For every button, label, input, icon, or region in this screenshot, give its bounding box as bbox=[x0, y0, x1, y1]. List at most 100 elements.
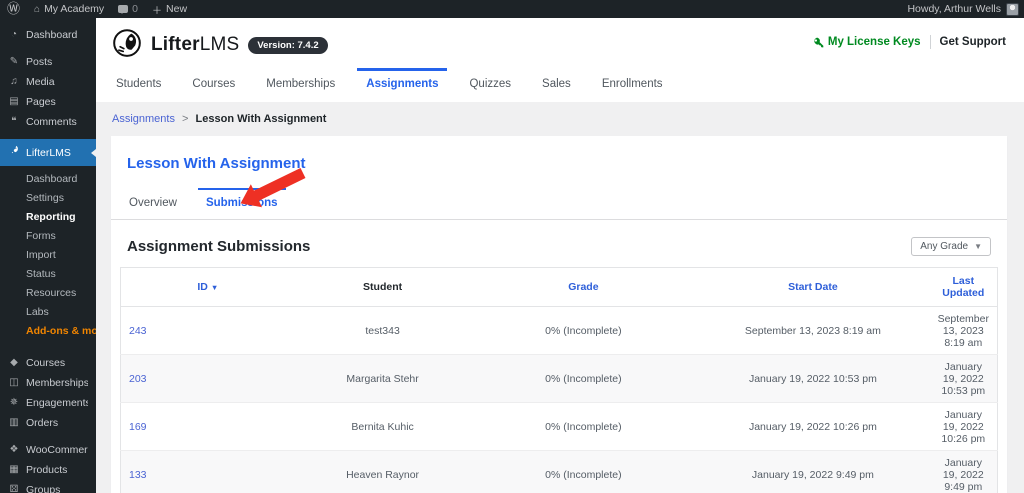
assignment-tab[interactable]: Overview bbox=[127, 188, 179, 219]
nav-tab[interactable]: Quizzes bbox=[467, 67, 513, 102]
table-row: 203 Margarita Stehr 0% (Incomplete) Janu… bbox=[120, 354, 998, 403]
submenu-item[interactable]: Add-ons & more bbox=[0, 321, 96, 340]
cell-student: Margarita Stehr bbox=[346, 372, 419, 385]
howdy-text[interactable]: Howdy, Arthur Wells bbox=[907, 3, 1001, 15]
wp-admin-bar: Ⓦ ⌂ My Academy 0 ＋ New Howdy, Arthur Wel… bbox=[0, 0, 1024, 18]
submenu-item[interactable]: Reporting bbox=[0, 207, 96, 226]
cell-student: Heaven Raynor bbox=[346, 468, 420, 481]
table-row: 243 test343 0% (Incomplete) September 13… bbox=[120, 307, 998, 355]
comments-shortcut[interactable]: 0 bbox=[111, 0, 145, 18]
submenu-item[interactable]: Import bbox=[0, 245, 96, 264]
menu-icon: ✵ bbox=[9, 397, 19, 408]
assignment-tab[interactable]: Submissions bbox=[197, 188, 286, 219]
submissions-table: ID ▼ Student Grade Start Date Last Update… bbox=[119, 267, 999, 493]
home-icon: ⌂ bbox=[34, 3, 41, 15]
sidebar-item[interactable]: ⚄ Groups bbox=[0, 480, 96, 493]
breadcrumb-current: Lesson With Assignment bbox=[195, 113, 327, 125]
submission-id-link[interactable]: 169 bbox=[129, 421, 147, 433]
cell-id: 133 bbox=[121, 451, 295, 493]
cell-grade: 0% (Incomplete) bbox=[545, 372, 622, 385]
sidebar-item-dashboard[interactable]: ◔ Dashboard bbox=[0, 25, 96, 45]
cell-last-updated: January 19, 2022 9:49 pm bbox=[942, 456, 984, 493]
submenu-item[interactable]: Status bbox=[0, 264, 96, 283]
lms-menu-group: ◆ Courses ◫ Memberships ✵ Engagements ▥ … bbox=[0, 353, 96, 433]
cell-start-date: September 13, 2023 8:19 am bbox=[744, 324, 881, 337]
nav-tab[interactable]: Students bbox=[114, 67, 163, 102]
breadcrumb-link[interactable]: Assignments bbox=[112, 113, 175, 125]
assignment-tabs: Overview Submissions bbox=[111, 188, 1007, 220]
commerce-menu-group: ❖ WooCommerce ▦ Products ⚄ Groups ⊡ Paym… bbox=[0, 440, 96, 493]
breadcrumb-separator: > bbox=[182, 113, 189, 125]
assignment-card: Lesson With Assignment Overview Submissi… bbox=[111, 136, 1007, 493]
cell-last-updated: September 13, 2023 8:19 am bbox=[937, 312, 989, 349]
submission-id-link[interactable]: 133 bbox=[129, 469, 147, 481]
menu-icon: ✎ bbox=[9, 56, 19, 67]
nav-tab[interactable]: Assignments bbox=[357, 67, 448, 102]
submenu-item[interactable]: Forms bbox=[0, 226, 96, 245]
version-badge: Version: 7.4.2 bbox=[248, 36, 328, 54]
dashboard-icon: ◔ bbox=[10, 29, 18, 40]
rocket-icon bbox=[8, 145, 20, 160]
get-support-link[interactable]: Get Support bbox=[940, 36, 1006, 48]
column-header[interactable]: Start Date bbox=[696, 267, 930, 307]
sidebar-item[interactable]: ✎ Posts bbox=[0, 52, 96, 72]
sidebar-item-lifterlms[interactable]: LifterLMS bbox=[0, 139, 96, 166]
column-header[interactable]: ID ▼ bbox=[120, 267, 295, 307]
cell-start-date: January 19, 2022 10:26 pm bbox=[748, 420, 877, 433]
page-title: Lesson With Assignment bbox=[127, 155, 306, 172]
menu-icon: ❖ bbox=[9, 444, 19, 455]
comment-bubble-icon bbox=[118, 5, 129, 14]
breadcrumb: Assignments > Lesson With Assignment bbox=[96, 102, 1024, 136]
submenu-item[interactable]: Dashboard bbox=[0, 169, 96, 188]
sidebar-item[interactable]: ◆ Courses bbox=[0, 353, 96, 373]
sidebar-item[interactable]: ♫ Media bbox=[0, 72, 96, 92]
comment-count: 0 bbox=[132, 3, 139, 15]
sidebar-item[interactable]: ▥ Orders bbox=[0, 413, 96, 433]
nav-tab[interactable]: Enrollments bbox=[600, 67, 665, 102]
sidebar-item[interactable]: ❖ WooCommerce bbox=[0, 440, 96, 460]
user-avatar[interactable] bbox=[1006, 2, 1019, 16]
cell-id: 243 bbox=[121, 307, 295, 355]
lifterlms-logo-icon bbox=[112, 28, 142, 63]
menu-icon: ❝ bbox=[11, 116, 17, 127]
menu-icon: ◫ bbox=[9, 377, 19, 388]
grade-filter-dropdown[interactable]: Any Grade ▼ bbox=[911, 237, 991, 256]
new-content-menu[interactable]: ＋ New bbox=[145, 0, 194, 18]
site-name: My Academy bbox=[44, 3, 105, 15]
submenu-item[interactable]: Settings bbox=[0, 188, 96, 207]
my-license-keys-link[interactable]: My License Keys bbox=[813, 36, 921, 48]
sidebar-item[interactable]: ▤ Pages bbox=[0, 92, 96, 112]
menu-icon: ▦ bbox=[9, 464, 19, 475]
submenu-item[interactable]: Labs bbox=[0, 302, 96, 321]
plus-icon: ＋ bbox=[152, 5, 163, 17]
cell-student: test343 bbox=[365, 324, 400, 337]
nav-tab[interactable]: Courses bbox=[190, 67, 237, 102]
site-link[interactable]: ⌂ My Academy bbox=[27, 0, 111, 18]
content-menu-group: ✎ Posts ♫ Media ▤ Pages ❝ Comments bbox=[0, 52, 96, 132]
sidebar-item[interactable]: ▦ Products bbox=[0, 460, 96, 480]
nav-tab[interactable]: Sales bbox=[540, 67, 573, 102]
nav-tab[interactable]: Memberships bbox=[264, 67, 337, 102]
cell-grade: 0% (Incomplete) bbox=[545, 468, 622, 481]
menu-icon: ▥ bbox=[9, 417, 19, 428]
column-header[interactable]: Last Updated bbox=[929, 267, 998, 307]
cell-last-updated: January 19, 2022 10:53 pm bbox=[941, 360, 986, 397]
table-header-row: ID ▼ Student Grade Start Date Last Update… bbox=[120, 267, 998, 307]
sidebar-item[interactable]: ❝ Comments bbox=[0, 112, 96, 132]
sort-arrow-icon: ▼ bbox=[210, 283, 219, 292]
menu-icon: ♫ bbox=[10, 76, 18, 87]
submission-id-link[interactable]: 243 bbox=[129, 325, 147, 337]
submission-id-link[interactable]: 203 bbox=[129, 373, 147, 385]
cell-student: Bernita Kuhic bbox=[351, 420, 414, 433]
brand-wordmark: LifterLMS bbox=[151, 34, 240, 55]
column-header[interactable]: Student bbox=[294, 267, 471, 307]
admin-sidebar: ◔ Dashboard ✎ Posts ♫ Media ▤ Pages ❝ Co… bbox=[0, 18, 96, 493]
chevron-down-icon: ▼ bbox=[974, 242, 982, 251]
column-header[interactable]: Grade bbox=[470, 267, 697, 307]
cell-start-date: January 19, 2022 9:49 pm bbox=[751, 468, 874, 481]
new-label: New bbox=[166, 3, 188, 15]
sidebar-item[interactable]: ✵ Engagements bbox=[0, 393, 96, 413]
submenu-item[interactable]: Resources bbox=[0, 283, 96, 302]
sidebar-item[interactable]: ◫ Memberships bbox=[0, 373, 96, 393]
wp-logo-menu[interactable]: Ⓦ bbox=[0, 0, 27, 18]
